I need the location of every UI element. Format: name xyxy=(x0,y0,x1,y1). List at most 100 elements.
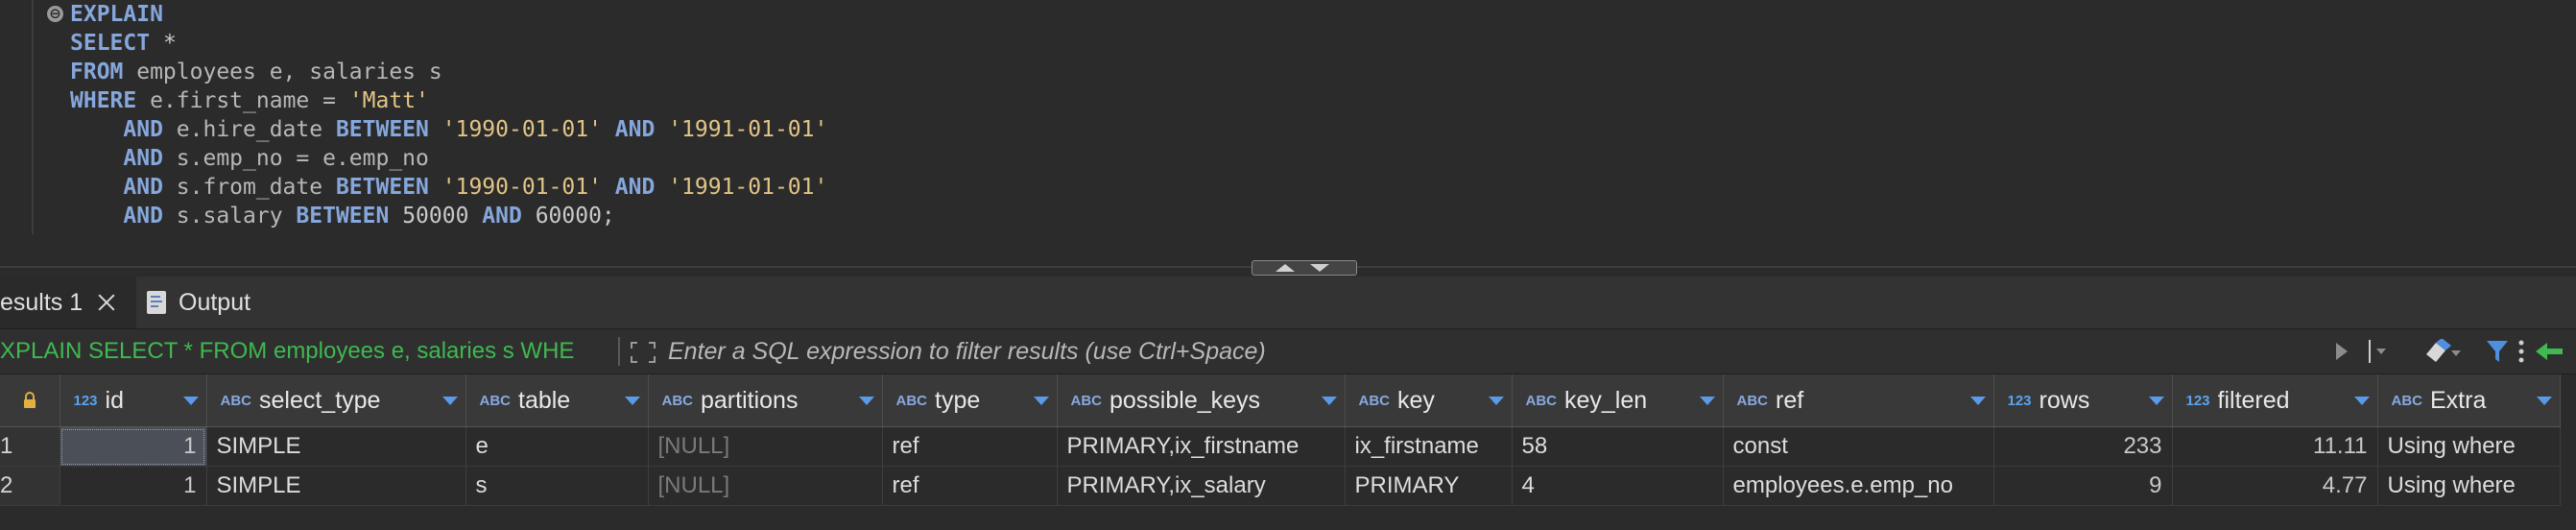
sort-arrow-icon[interactable] xyxy=(1488,396,1504,405)
query-text[interactable]: XPLAIN SELECT * FROM employees e, salari… xyxy=(0,329,614,373)
column-name: id xyxy=(105,386,124,414)
cell-possible-keys[interactable]: PRIMARY,ix_salary xyxy=(1057,466,1346,506)
sort-arrow-icon[interactable] xyxy=(2536,396,2552,405)
sort-arrow-icon[interactable] xyxy=(1969,396,1986,405)
numeric-type-icon: 123 xyxy=(2185,392,2210,409)
cell-filtered[interactable]: 4.77 xyxy=(2172,466,2378,506)
results-table: 123 id ABC select_type ABC table ABC partitions… xyxy=(0,374,2561,506)
fold-collapse-icon[interactable]: ⊖ xyxy=(47,6,63,22)
sort-arrow-icon[interactable] xyxy=(858,396,874,405)
column-header-id[interactable]: 123 id xyxy=(60,374,207,427)
sql-keyword: AND xyxy=(123,146,163,171)
close-icon[interactable] xyxy=(96,292,117,313)
column-name: key_len xyxy=(1564,386,1648,414)
sort-arrow-icon[interactable] xyxy=(2148,396,2164,405)
column-header-select-type[interactable]: ABC select_type xyxy=(206,374,466,427)
cell-type[interactable]: ref xyxy=(882,426,1058,467)
sort-arrow-icon[interactable] xyxy=(624,396,640,405)
column-name: type xyxy=(935,386,981,414)
column-header-filtered[interactable]: 123 filtered xyxy=(2172,374,2378,427)
tab-results[interactable]: esults 1 xyxy=(0,277,136,328)
cell-partitions[interactable]: [NULL] xyxy=(648,466,883,506)
sql-keyword: AND xyxy=(123,117,163,142)
cell-key-len[interactable]: 58 xyxy=(1512,426,1724,467)
tab-output[interactable]: Output xyxy=(146,277,250,328)
cell-table[interactable]: e xyxy=(465,426,649,467)
cell-key-len[interactable]: 4 xyxy=(1512,466,1724,506)
code-line: AND s.salary BETWEEN 50000 AND 60000; xyxy=(70,202,827,230)
code-line: WHERE e.first_name = 'Matt' xyxy=(70,86,827,115)
code-line: EXPLAIN xyxy=(70,0,827,29)
column-header-extra[interactable]: ABC Extra xyxy=(2377,374,2561,427)
row-number[interactable]: 1 xyxy=(0,426,60,467)
sql-string: '1991-01-01' xyxy=(668,117,828,142)
column-name: table xyxy=(518,386,571,414)
cell-extra[interactable]: Using where xyxy=(2377,426,2561,467)
sort-arrow-icon[interactable] xyxy=(1033,396,1049,405)
filter-input[interactable] xyxy=(668,335,2300,368)
cell-filtered[interactable]: 11.11 xyxy=(2172,426,2378,467)
code-line: AND s.emp_no = e.emp_no xyxy=(70,144,827,173)
column-name: partitions xyxy=(701,386,799,414)
cell-select-type[interactable]: SIMPLE xyxy=(206,466,466,506)
filter-history-icon[interactable] xyxy=(2367,339,2399,369)
sql-token: s.salary xyxy=(162,204,297,229)
table-header-row: 123 id ABC select_type ABC table ABC partitions… xyxy=(0,374,2561,427)
column-header-ref[interactable]: ABC ref xyxy=(1723,374,1994,427)
sort-arrow-icon[interactable] xyxy=(2353,396,2370,405)
cell-partitions[interactable]: [NULL] xyxy=(648,426,883,467)
column-header-table[interactable]: ABC table xyxy=(465,374,649,427)
sql-keyword: FROM xyxy=(70,60,124,84)
sql-keyword: EXPLAIN xyxy=(70,2,163,27)
cell-id[interactable]: 1 xyxy=(60,426,207,467)
sql-editor[interactable]: ⊖ EXPLAIN SELECT * FROM employees e, salar… xyxy=(0,0,2576,255)
table-row[interactable]: 1 1 SIMPLE e [NULL] ref PRIMARY,ix_firstname ix… xyxy=(0,426,2561,467)
splitter-toggle-icon[interactable] xyxy=(1252,260,1357,276)
more-options-icon[interactable] xyxy=(2518,339,2524,368)
column-header-type[interactable]: ABC type xyxy=(882,374,1058,427)
sort-arrow-icon[interactable] xyxy=(441,396,458,405)
text-type-icon: ABC xyxy=(2391,392,2423,409)
row-number[interactable]: 2 xyxy=(0,466,60,506)
cell-possible-keys[interactable]: PRIMARY,ix_firstname xyxy=(1057,426,1346,467)
column-header-partitions[interactable]: ABC partitions xyxy=(648,374,883,427)
arrow-left-icon[interactable] xyxy=(2534,341,2572,367)
expand-icon[interactable] xyxy=(630,341,656,364)
cell-key[interactable]: PRIMARY xyxy=(1345,466,1513,506)
filter-funnel-icon[interactable] xyxy=(2486,339,2509,369)
sql-keyword: AND xyxy=(614,117,656,142)
cell-table[interactable]: s xyxy=(465,466,649,506)
cell-type[interactable]: ref xyxy=(882,466,1058,506)
sort-arrow-icon[interactable] xyxy=(1699,396,1715,405)
column-header-possible-keys[interactable]: ABC possible_keys xyxy=(1057,374,1346,427)
column-name: key xyxy=(1397,386,1435,414)
sort-arrow-icon[interactable] xyxy=(1321,396,1337,405)
sort-arrow-icon[interactable] xyxy=(182,396,199,405)
column-header-rows[interactable]: 123 rows xyxy=(1993,374,2173,427)
cell-rows[interactable]: 9 xyxy=(1993,466,2173,506)
cell-rows[interactable]: 233 xyxy=(1993,426,2173,467)
cell-extra[interactable]: Using where xyxy=(2377,466,2561,506)
play-icon[interactable] xyxy=(2334,341,2349,367)
cell-select-type[interactable]: SIMPLE xyxy=(206,426,466,467)
sql-keyword: AND xyxy=(123,175,163,200)
column-name: select_type xyxy=(259,386,381,414)
text-type-icon: ABC xyxy=(1070,392,1103,409)
cell-id[interactable]: 1 xyxy=(60,466,207,506)
cell-key[interactable]: ix_firstname xyxy=(1345,426,1513,467)
column-header-key-len[interactable]: ABC key_len xyxy=(1512,374,1724,427)
cell-ref[interactable]: employees.e.emp_no xyxy=(1723,466,1994,506)
panel-splitter[interactable] xyxy=(0,255,2576,277)
cell-ref[interactable]: const xyxy=(1723,426,1994,467)
column-name: possible_keys xyxy=(1109,386,1261,414)
column-header-key[interactable]: ABC key xyxy=(1345,374,1513,427)
eraser-icon[interactable] xyxy=(2422,338,2461,369)
sql-token: s.from_date xyxy=(162,175,336,200)
table-row[interactable]: 2 1 SIMPLE s [NULL] ref PRIMARY,ix_salary PRIMA… xyxy=(0,466,2561,506)
column-name: rows xyxy=(2039,386,2090,414)
